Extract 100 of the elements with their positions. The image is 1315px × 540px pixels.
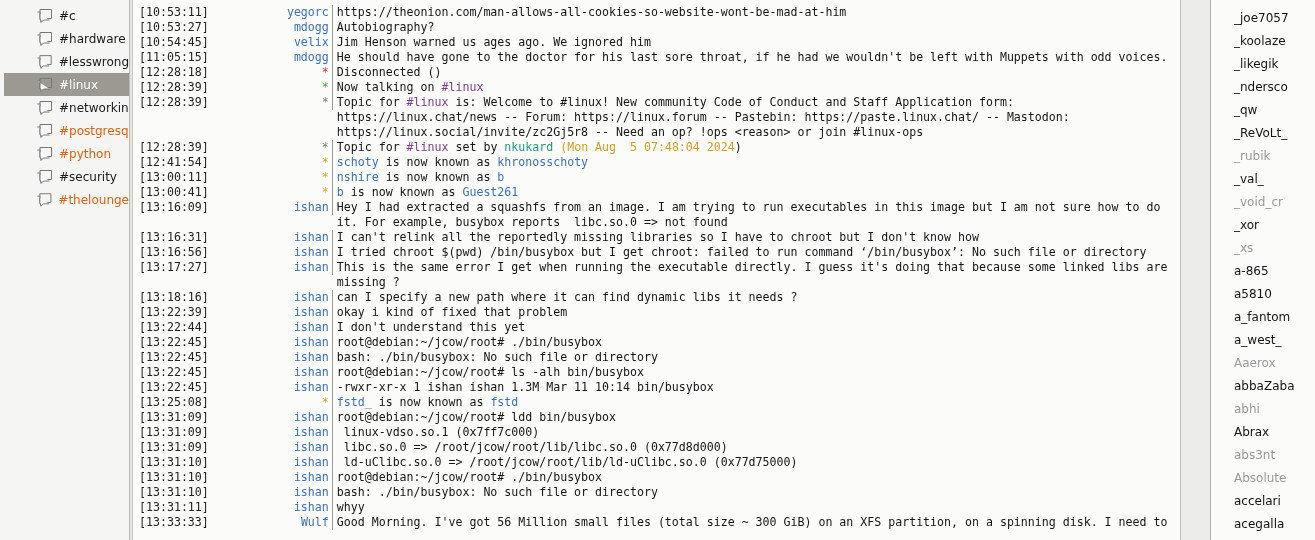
message-text: can I specify a new path where it can find dynamic libs it needs ? [335,290,799,305]
nick: * [208,185,333,200]
nick: ishan [208,305,333,320]
nick: ishan [208,350,333,365]
user-item[interactable]: a_fantom [1234,306,1315,329]
user-item[interactable]: _koolaze [1234,30,1315,53]
message-text: Autobiography? [335,20,436,35]
timestamp: [13:22:45] [139,380,209,395]
timestamp: [13:31:10] [139,455,209,470]
message-text: nshire is now known as b [335,170,506,185]
nick: ishan [208,440,333,455]
nick: ishan [208,290,333,305]
timestamp: [13:18:16] [139,290,209,305]
nick: ishan [208,410,333,425]
nick: * [208,95,333,110]
channel-item[interactable]: #networkin [4,96,129,119]
timestamp: [12:28:39] [139,140,209,155]
nick: ishan [208,425,333,440]
timestamp: [12:28:39] [139,95,209,110]
timestamp: [13:25:08] [139,395,209,410]
channel-item[interactable]: #c [4,4,129,27]
message-text: whyy [335,500,366,515]
message-text: bash: ./bin/busybox: No such file or directory [335,485,659,500]
timestamp: [13:16:56] [139,245,209,260]
message-text: I don't understand this yet [335,320,527,335]
timestamp: [12:41:54] [139,155,209,170]
user-item[interactable]: _val_ [1234,168,1315,191]
message-text: This is the same error I get when running the executable directly. I guess it's doing that because some linked libs are missing ? [335,260,1169,290]
user-item[interactable]: a-865 [1234,260,1315,283]
timestamp: [12:28:39] [139,80,209,95]
nick: * [208,395,333,410]
message-text: Now talking on #linux [335,80,485,95]
nick: * [208,155,333,170]
timestamp: [13:16:09] [139,200,209,215]
timestamp: [13:22:39] [139,305,209,320]
nick: velix [208,35,333,50]
nick: ishan [208,365,333,380]
timestamp: [10:53:27] [139,20,209,35]
timestamp: [12:28:18] [139,65,209,80]
user-item[interactable]: _ndersco [1234,76,1315,99]
chat-bubble-icon [36,76,53,93]
nick: mdogg [208,20,333,35]
user-item[interactable]: _ReVoLt_ [1234,122,1315,145]
message-text: libc.so.0 => /root/jcow/root/lib/libc.so.0 (0x77d8d000) [342,440,729,455]
message-text: I can't relink all the reportedly missing libraries so I have to chroot but I don't know how [335,230,980,245]
user-item[interactable]: _xor [1234,214,1315,237]
nick: ishan [208,200,333,215]
nick: ishan [208,380,333,395]
nick: ishan [208,260,333,275]
user-item[interactable]: Abrax [1234,421,1315,444]
nick: ishan [208,230,333,245]
user-item[interactable]: a_west_ [1234,329,1315,352]
scrollbar[interactable] [1181,0,1211,540]
nick: ishan [208,485,333,500]
nick: ishan [208,335,333,350]
user-item[interactable]: acegalla [1234,513,1315,536]
user-item[interactable]: abbaZaba [1234,375,1315,398]
channel-item[interactable]: #lesswrong [4,50,129,73]
timestamp: [10:53:11] [139,5,209,20]
message-text: Topic for #linux set by nkukard (Mon Aug 5 07:48:04 2024) [335,140,743,155]
user-item[interactable]: _qw [1234,99,1315,122]
nick: * [208,170,333,185]
message-text: https://theonion.com/man-allows-all-cookies-so-website-wont-be-mad-at-him [335,5,848,20]
channel-item[interactable]: #security [4,165,129,188]
timestamp: [13:31:10] [139,485,209,500]
user-item[interactable]: _likegik [1234,53,1315,76]
timestamp: [13:00:11] [139,170,209,185]
timestamp: [13:22:45] [139,335,209,350]
timestamp: [13:17:27] [139,260,209,275]
timestamp: [13:22:45] [139,350,209,365]
nick: ishan [208,470,333,485]
timestamp: [13:22:45] [139,365,209,380]
timestamp: [13:00:41] [139,185,209,200]
nick: yegorc [208,5,333,20]
timestamp: [13:33:33] [139,515,209,530]
timestamp: [13:16:31] [139,230,209,245]
nick: * [208,140,333,155]
user-item[interactable]: a5810 [1234,283,1315,306]
chat-bubble-icon [36,191,53,208]
chat-bubble-icon [36,145,53,162]
timestamp: [13:22:44] [139,320,209,335]
message-text: linux-vdso.so.1 (0x7ff7c000) [342,425,541,440]
user-item[interactable]: _joe7057 [1234,7,1315,30]
chat-bubble-icon [36,122,53,139]
timestamp: [11:05:15] [139,50,209,65]
timestamp: [13:31:11] [139,500,209,515]
nick: * [208,80,333,95]
message-text: root@debian:~/jcow/root# ldd bin/busybox [335,410,617,425]
timestamp: [13:31:09] [139,410,209,425]
user-item[interactable]: accelari [1234,490,1315,513]
message-text: Hey I had extracted a squashfs from an image. I am trying to run executables in this image but I am not sure how to do it. For example, busybox reports libc.so.0 => not found [335,200,1162,230]
timestamp: [13:31:09] [139,440,209,455]
timestamp: [10:54:45] [139,35,209,50]
message-text: bash: ./bin/busybox: No such file or directory [335,350,659,365]
nick: ishan [208,245,333,260]
message-text: ld-uClibc.so.0 => /root/jcow/root/lib/ld-uClibc.so.0 (0x77d75000) [342,455,799,470]
channel-item[interactable]: #hardware [4,27,129,50]
nick: ishan [208,320,333,335]
message-text: schoty is now known as khronosschoty [335,155,590,170]
timestamp: [13:31:10] [139,470,209,485]
